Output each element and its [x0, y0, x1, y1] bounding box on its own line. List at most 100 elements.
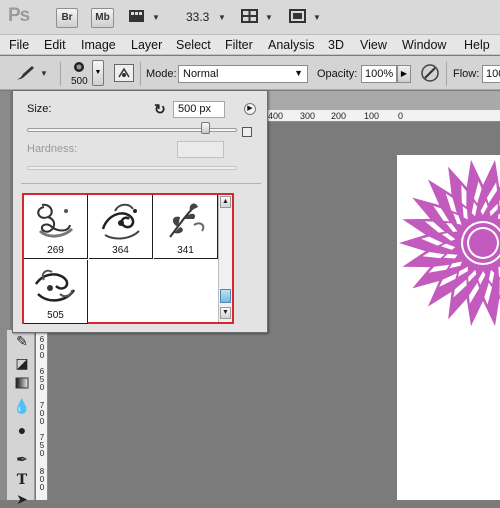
- chevron-down-icon: ▼: [40, 69, 48, 78]
- tool-eraser[interactable]: ◪: [13, 354, 31, 372]
- new-preset-icon[interactable]: [242, 127, 252, 137]
- ruler-tick-label: 300: [300, 111, 316, 121]
- scrollbar-thumb[interactable]: [220, 289, 231, 303]
- opacity-input[interactable]: 100%: [361, 65, 397, 83]
- pen-icon: ✒: [16, 451, 28, 467]
- brush-preset-item[interactable]: 341: [154, 195, 218, 259]
- menu-filter[interactable]: Filter: [225, 38, 253, 52]
- ruler-tick-label: 200: [331, 111, 347, 121]
- bridge-button[interactable]: Br: [56, 8, 78, 28]
- tools-panel: ✎ ◪ 💧 ● ✒ T ➤: [7, 330, 35, 507]
- type-icon: T: [16, 472, 28, 488]
- chevron-down-icon[interactable]: ▼: [218, 8, 226, 28]
- options-bar: ▼ 500 ▼ Mode: Normal ▼ Opacity: 100% ▶ F…: [0, 56, 500, 90]
- toggle-brush-panel-button[interactable]: [114, 64, 134, 82]
- brush-preset-item[interactable]: 364: [89, 195, 153, 259]
- chevron-down-icon[interactable]: ▼: [313, 8, 321, 28]
- menu-analysis[interactable]: Analysis: [268, 38, 315, 52]
- menu-3d[interactable]: 3D: [328, 38, 344, 52]
- brush-panel-icon: [118, 67, 130, 78]
- zoom-level[interactable]: 33.3: [186, 10, 209, 24]
- tool-path-selection[interactable]: ➤: [13, 490, 31, 508]
- brush-size-number: 364: [112, 245, 129, 256]
- tool-preset-picker[interactable]: ▼: [14, 64, 48, 84]
- brush-size-number: 341: [177, 245, 194, 256]
- photoshop-logo: Ps: [8, 5, 30, 26]
- blur-icon: 💧: [13, 398, 31, 414]
- menu-image[interactable]: Image: [81, 38, 116, 52]
- mode-value: Normal: [183, 68, 219, 80]
- document-tab-strip: [267, 91, 500, 110]
- brush-preset-item[interactable]: 269: [24, 195, 88, 259]
- flow-label: Flow:: [453, 68, 480, 80]
- mode-label: Mode:: [146, 68, 177, 80]
- tool-pen[interactable]: ✒: [13, 450, 31, 468]
- ruler-tick-label: 0: [39, 449, 45, 458]
- tool-brush[interactable]: ✎: [13, 332, 31, 350]
- menu-layer[interactable]: Layer: [131, 38, 162, 52]
- menu-bar: File Edit Image Layer Select Filter Anal…: [0, 35, 500, 55]
- tablet-pressure-icon: [421, 64, 439, 82]
- panel-menu-button[interactable]: ▶: [244, 103, 256, 115]
- brush-icon: ✎: [16, 333, 28, 349]
- ruler-tick-label: 100: [364, 111, 380, 121]
- pressure-opacity-button[interactable]: [420, 63, 440, 83]
- size-input[interactable]: 500 px: [173, 101, 225, 118]
- menu-view[interactable]: View: [360, 38, 387, 52]
- menu-edit[interactable]: Edit: [44, 38, 66, 52]
- menu-window[interactable]: Window: [402, 38, 446, 52]
- view-extras-button[interactable]: [128, 8, 146, 28]
- grid-layout-icon: [241, 9, 258, 23]
- hardness-label: Hardness:: [27, 143, 78, 155]
- tool-blur[interactable]: 💧: [13, 397, 31, 415]
- mode-select[interactable]: Normal ▼: [178, 65, 308, 83]
- menu-select[interactable]: Select: [176, 38, 211, 52]
- dodge-icon: ●: [17, 422, 27, 438]
- flower-center-ring: [469, 229, 497, 257]
- chevron-down-icon[interactable]: ▼: [152, 8, 160, 28]
- document-canvas[interactable]: [397, 155, 500, 500]
- tool-dodge[interactable]: ●: [13, 421, 31, 439]
- brush-preset-item[interactable]: 505: [24, 260, 88, 324]
- ornament-brush-icon: [34, 269, 76, 302]
- tool-gradient[interactable]: [13, 375, 31, 393]
- ruler-tick-label: 0: [398, 111, 404, 121]
- brush-preset-picker: Size: ↻ 500 px ▶ Hardness: 269 364 341 5…: [12, 90, 268, 333]
- horizontal-ruler: 400 300 200 100 0: [267, 110, 500, 122]
- scroll-down-icon[interactable]: ▼: [220, 307, 231, 319]
- ruler-tick-label: 0: [39, 383, 45, 392]
- size-slider-thumb[interactable]: [200, 122, 210, 134]
- reset-size-icon[interactable]: ↻: [154, 101, 166, 118]
- brush-size-number: 505: [47, 310, 64, 321]
- separator: [60, 62, 61, 86]
- brush-presets-list: 269 364 341 505 ▲ ▼: [22, 193, 234, 324]
- flow-input[interactable]: 100: [482, 65, 500, 83]
- separator: [446, 62, 447, 86]
- brush-size-number: 269: [47, 245, 64, 256]
- opacity-slider-button[interactable]: ▶: [397, 65, 411, 83]
- size-label: Size:: [27, 103, 52, 115]
- brush-tool-icon: [17, 66, 34, 80]
- leaf-brush-icon: [169, 203, 205, 238]
- brush-picker-button[interactable]: ▼: [92, 60, 104, 86]
- screen-mode-icon: [289, 9, 306, 23]
- presets-scrollbar[interactable]: ▲ ▼: [218, 195, 232, 322]
- screen-mode-button[interactable]: [289, 8, 307, 28]
- opacity-label: Opacity:: [317, 68, 358, 80]
- swirl-brush-icon: [37, 203, 74, 238]
- mini-bridge-button[interactable]: Mb: [91, 8, 114, 28]
- eraser-icon: ◪: [15, 355, 29, 371]
- ruler-tick-label: 400: [268, 111, 284, 121]
- arrange-documents-button[interactable]: [241, 8, 259, 28]
- chevron-down-icon[interactable]: ▼: [265, 8, 273, 28]
- film-icon: [129, 10, 144, 22]
- menu-file[interactable]: File: [9, 38, 29, 52]
- ruler-tick-label: 0: [39, 483, 45, 492]
- application-bar: Ps Br Mb ▼ 33.3 ▼ ▼ ▼: [0, 0, 500, 35]
- scroll-up-icon[interactable]: ▲: [220, 196, 231, 208]
- chevron-down-icon: ▼: [294, 68, 303, 78]
- ruler-tick-label: 0: [39, 351, 45, 360]
- brush-preview[interactable]: [72, 60, 86, 74]
- tool-type[interactable]: T: [13, 471, 31, 489]
- menu-help[interactable]: Help: [464, 38, 490, 52]
